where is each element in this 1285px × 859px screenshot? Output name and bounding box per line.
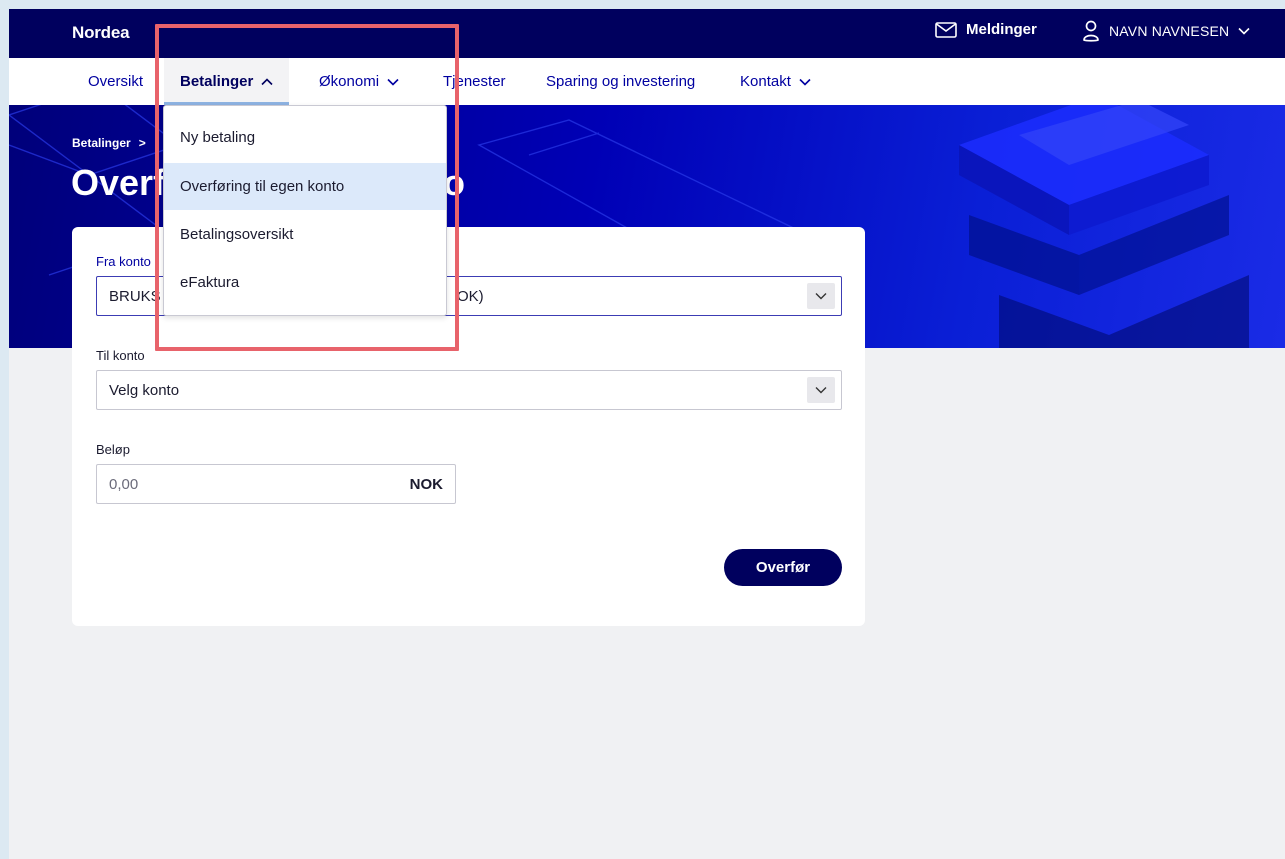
- nav-item-oversikt[interactable]: Oversikt: [88, 58, 143, 105]
- nav-item-label: Sparing og investering: [546, 73, 696, 90]
- user-name: NAVN NAVNESEN: [1109, 23, 1230, 39]
- chevron-down-icon: [1238, 27, 1250, 35]
- transfer-submit-button[interactable]: Overfør: [724, 549, 842, 586]
- from-account-value-right: OK): [457, 287, 484, 305]
- amount-label: Beløp: [96, 442, 130, 457]
- messages-link[interactable]: Meldinger: [935, 21, 1037, 38]
- nav-item-kontakt[interactable]: Kontakt: [740, 58, 811, 105]
- to-account-select[interactable]: Velg konto: [96, 370, 842, 410]
- nordea-logo[interactable]: Nordea: [72, 23, 130, 43]
- to-account-label: Til konto: [96, 348, 145, 363]
- nav-item-sparing[interactable]: Sparing og investering: [546, 58, 695, 105]
- breadcrumb: Betalinger >: [72, 136, 146, 150]
- breadcrumb-item-betalinger[interactable]: Betalinger: [72, 136, 131, 150]
- chevron-down-icon: [815, 387, 827, 394]
- page-title-left: Overf: [71, 162, 166, 203]
- chevron-down-icon: [815, 293, 827, 300]
- user-menu[interactable]: NAVN NAVNESEN: [1082, 20, 1250, 42]
- amount-input[interactable]: 0,00 NOK: [96, 464, 456, 504]
- from-account-value-left: BRUKS: [109, 287, 161, 305]
- app-window: Nordea Meldinger NAVN NAVNESEN Oversikt …: [9, 9, 1285, 859]
- to-account-dropdown-button[interactable]: [807, 377, 835, 403]
- envelope-icon: [935, 21, 957, 38]
- page-title: Overf o: [71, 162, 465, 204]
- nav-item-label: Oversikt: [88, 73, 144, 90]
- breadcrumb-separator: >: [138, 136, 146, 150]
- to-account-value: Velg konto: [109, 381, 180, 399]
- amount-placeholder: 0,00: [109, 475, 139, 493]
- currency-label: NOK: [409, 475, 443, 493]
- from-account-dropdown-button[interactable]: [807, 283, 835, 309]
- user-icon: [1083, 20, 1099, 42]
- messages-label: Meldinger: [966, 21, 1037, 38]
- chevron-down-icon: [799, 78, 811, 86]
- nav-item-label: Kontakt: [740, 73, 791, 90]
- from-account-label: Fra konto: [96, 254, 151, 269]
- highlight-annotation-box: [155, 24, 459, 351]
